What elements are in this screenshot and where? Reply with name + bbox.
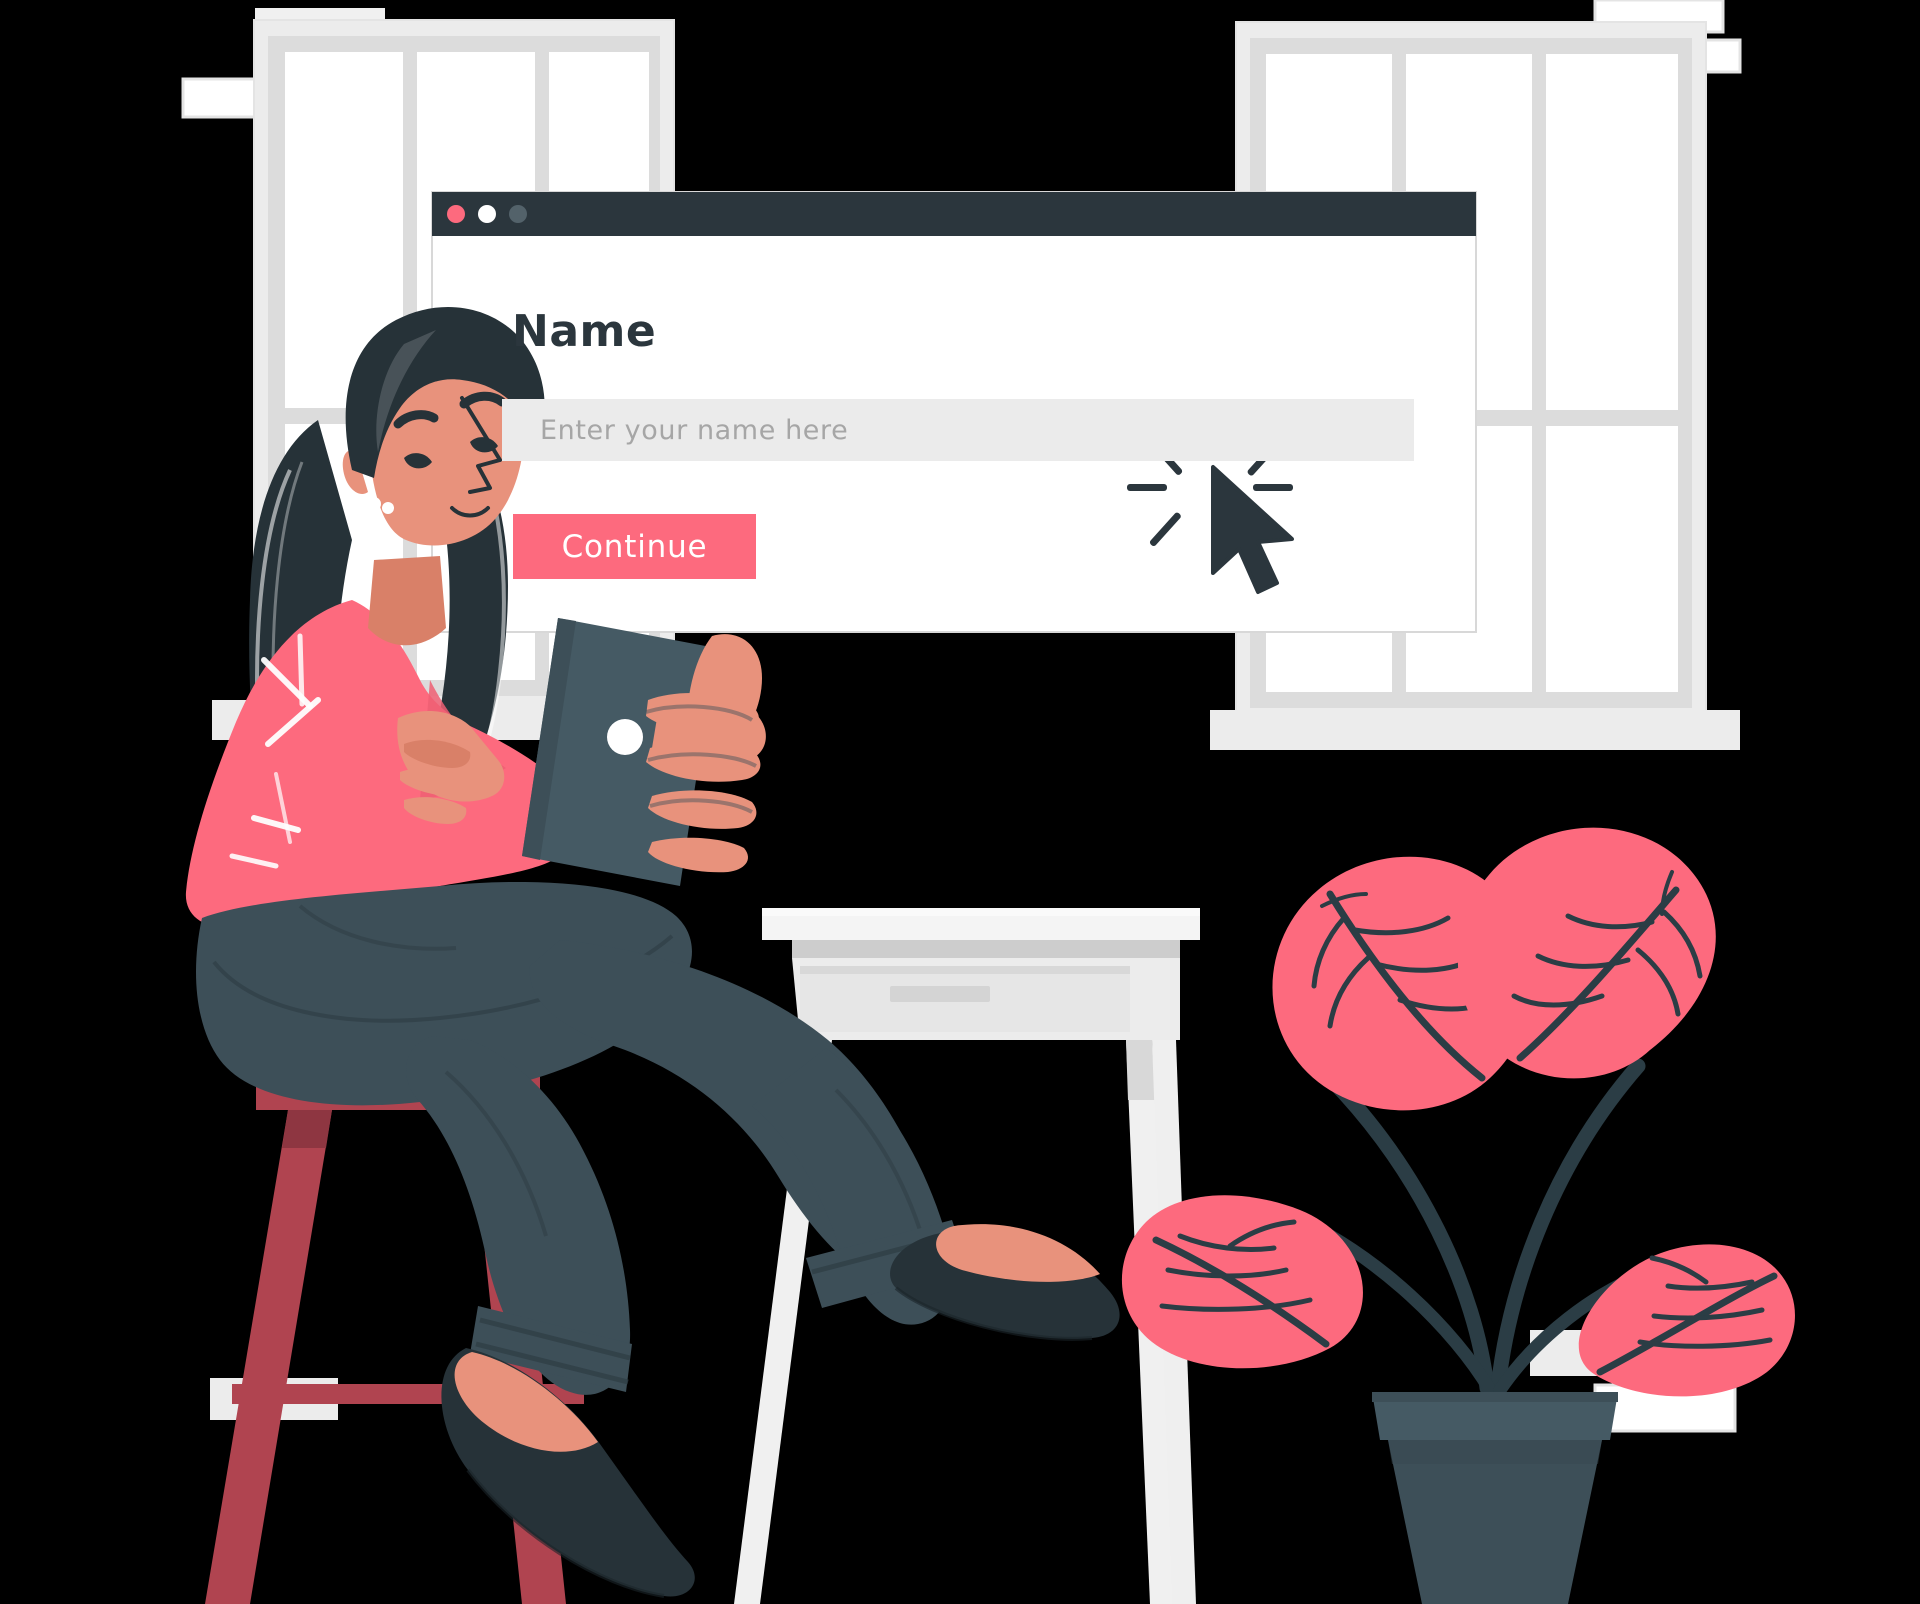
close-dot bbox=[447, 205, 465, 223]
browser-titlebar bbox=[432, 192, 1476, 236]
form-label-name: Name bbox=[512, 306, 657, 357]
continue-button[interactable]: Continue bbox=[513, 514, 756, 579]
name-input[interactable] bbox=[502, 399, 1414, 461]
tablet-home-button bbox=[607, 719, 643, 755]
desk-drawer-handle bbox=[890, 986, 990, 1002]
leaf-lower-right bbox=[1578, 1244, 1795, 1397]
illustration-stage: Name Continue bbox=[0, 0, 1920, 1604]
minimize-dot bbox=[478, 205, 496, 223]
leaf-lower-left bbox=[1121, 1195, 1363, 1369]
pot-body bbox=[1388, 1440, 1602, 1604]
potted-plant bbox=[1121, 827, 1795, 1604]
scene-artwork bbox=[181, 0, 1795, 1604]
leaf-upper-right bbox=[1457, 827, 1716, 1079]
earring bbox=[367, 497, 381, 511]
maximize-dot bbox=[509, 205, 527, 223]
